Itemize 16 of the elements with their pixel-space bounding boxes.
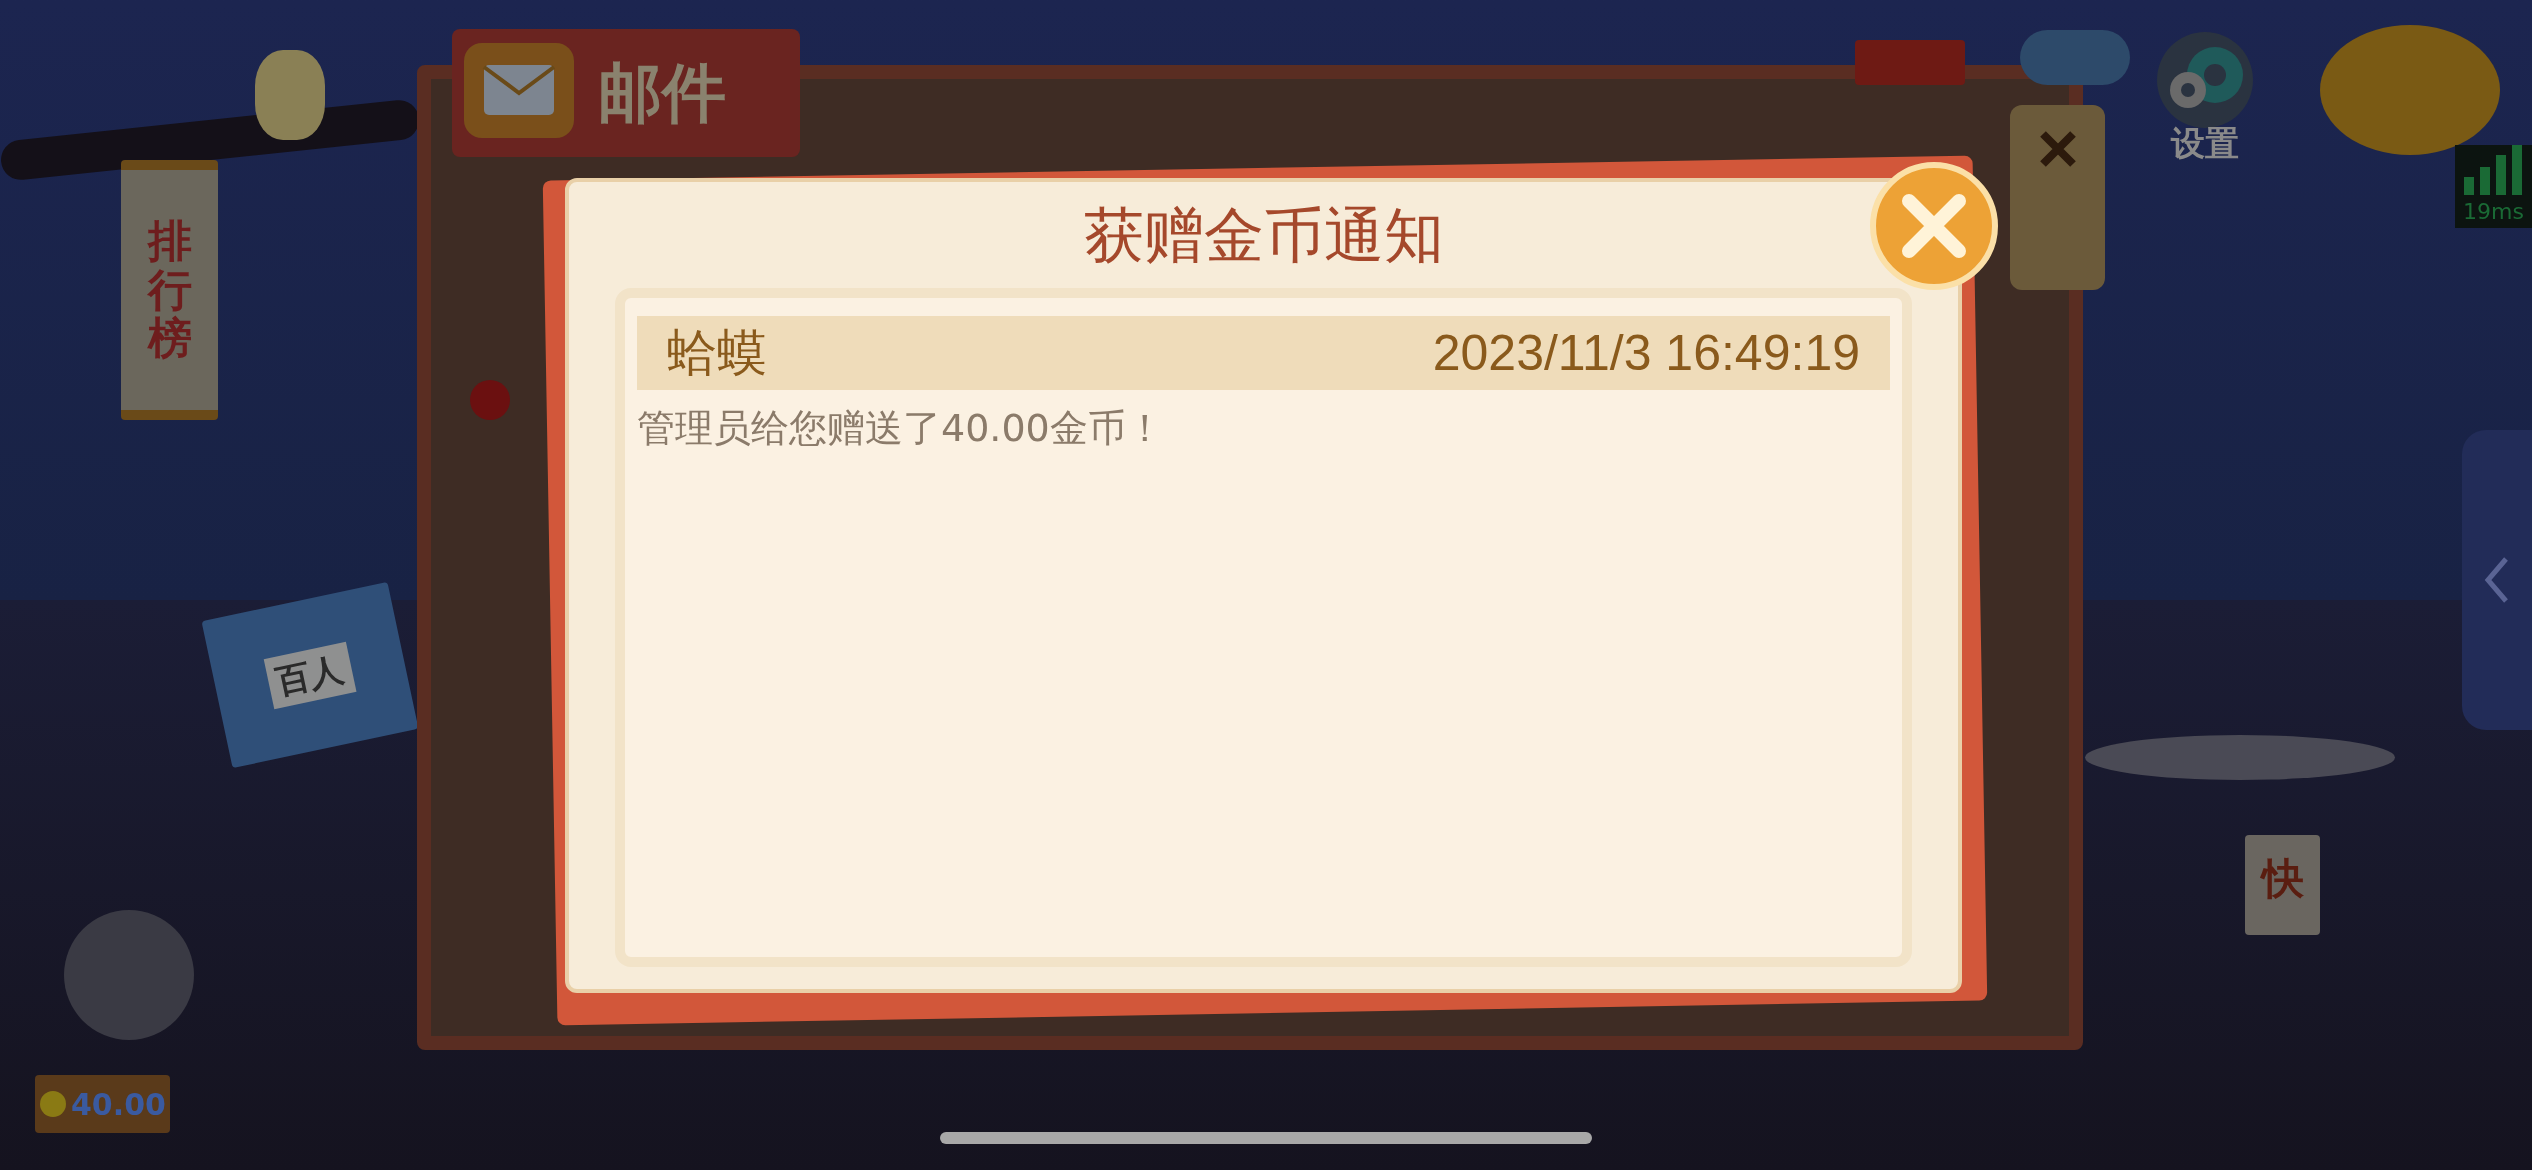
settings-label[interactable]: 设置 bbox=[2171, 118, 2239, 169]
latency-text: 19ms bbox=[2463, 198, 2524, 226]
sender-name: 蛤蟆 bbox=[667, 322, 767, 384]
quick-sign[interactable]: 快 bbox=[2245, 835, 2320, 935]
chevron-left-icon bbox=[2484, 555, 2510, 605]
message-time: 2023/11/3 16:49:19 bbox=[1432, 323, 1860, 383]
dialog-title: 获赠金币通知 bbox=[1083, 199, 1444, 272]
balance-text: 40.00 bbox=[71, 1085, 166, 1124]
message-body: 管理员给您赠送了40.00金币！ bbox=[637, 405, 1165, 452]
side-drawer-tab[interactable] bbox=[2462, 430, 2532, 730]
close-icon bbox=[2037, 129, 2078, 169]
signal-icon bbox=[2464, 145, 2524, 195]
close-icon bbox=[1901, 193, 1967, 259]
mail-title: 邮件 bbox=[598, 55, 727, 132]
coin-icon bbox=[39, 1090, 67, 1118]
lantern-icon[interactable] bbox=[2010, 105, 2105, 290]
